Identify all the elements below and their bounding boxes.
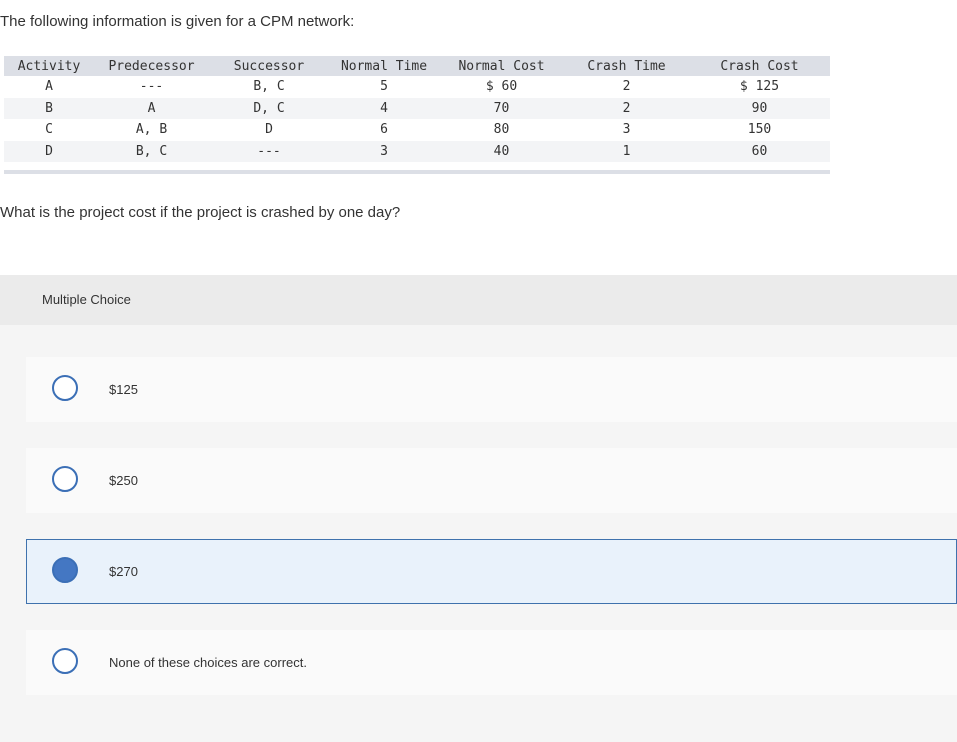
multiple-choice-label: Multiple Choice: [42, 292, 131, 307]
cell-successor: D: [209, 119, 329, 141]
choice-label: $250: [109, 473, 138, 488]
cell-successor: D, C: [209, 97, 329, 119]
cell-crash-time: 2: [564, 76, 689, 98]
table-row: D B, C --- 3 40 1 60: [4, 140, 830, 162]
cell-normal-time: 6: [329, 119, 439, 141]
header-normal-cost: Normal Cost: [439, 56, 564, 76]
choice-option[interactable]: $250: [26, 448, 957, 513]
cell-crash-cost: 90: [689, 97, 830, 119]
header-normal-time: Normal Time: [329, 56, 439, 76]
question-text: What is the project cost if the project …: [0, 204, 401, 221]
header-predecessor: Predecessor: [94, 56, 209, 76]
table-row: B A D, C 4 70 2 90: [4, 97, 830, 119]
cell-predecessor: B, C: [94, 140, 209, 162]
choice-label: None of these choices are correct.: [109, 655, 307, 670]
intro-text: The following information is given for a…: [0, 13, 355, 30]
choice-label: $270: [109, 564, 138, 579]
cell-normal-time: 4: [329, 97, 439, 119]
cell-normal-cost: 80: [439, 119, 564, 141]
cell-crash-time: 3: [564, 119, 689, 141]
radio-button[interactable]: [52, 466, 78, 492]
table-bottom-border: [4, 170, 830, 174]
table-row: C A, B D 6 80 3 150: [4, 119, 830, 141]
radio-button[interactable]: [52, 648, 78, 674]
header-crash-cost: Crash Cost: [689, 56, 830, 76]
choice-option-selected[interactable]: $270: [26, 539, 957, 604]
multiple-choice-header: Multiple Choice: [0, 275, 957, 325]
multiple-choice-panel: Multiple Choice $125 $250 $270 None of t…: [0, 275, 957, 742]
cell-crash-cost: 60: [689, 140, 830, 162]
radio-button[interactable]: [52, 375, 78, 401]
cell-activity: D: [4, 140, 94, 162]
cell-normal-cost: 40: [439, 140, 564, 162]
cell-crash-time: 1: [564, 140, 689, 162]
radio-button-selected[interactable]: [52, 557, 78, 583]
cell-crash-cost: 150: [689, 119, 830, 141]
cell-normal-time: 3: [329, 140, 439, 162]
header-activity: Activity: [4, 56, 94, 76]
cell-crash-time: 2: [564, 97, 689, 119]
cell-normal-cost: 70: [439, 97, 564, 119]
cell-activity: C: [4, 119, 94, 141]
choice-option[interactable]: None of these choices are correct.: [26, 630, 957, 695]
cell-crash-cost: $ 125: [689, 76, 830, 98]
cell-predecessor: A, B: [94, 119, 209, 141]
choice-label: $125: [109, 382, 138, 397]
cell-normal-cost: $ 60: [439, 76, 564, 98]
choice-option[interactable]: $125: [26, 357, 957, 422]
cell-activity: B: [4, 97, 94, 119]
header-successor: Successor: [209, 56, 329, 76]
cell-successor: B, C: [209, 76, 329, 98]
header-crash-time: Crash Time: [564, 56, 689, 76]
cell-activity: A: [4, 76, 94, 98]
cell-normal-time: 5: [329, 76, 439, 98]
cell-successor: ---: [209, 140, 329, 162]
cell-predecessor: A: [94, 97, 209, 119]
cell-predecessor: ---: [94, 76, 209, 98]
table-header-row: Activity Predecessor Successor Normal Ti…: [4, 56, 830, 76]
table-row: A --- B, C 5 $ 60 2 $ 125: [4, 76, 830, 98]
cpm-table: Activity Predecessor Successor Normal Ti…: [4, 56, 830, 162]
